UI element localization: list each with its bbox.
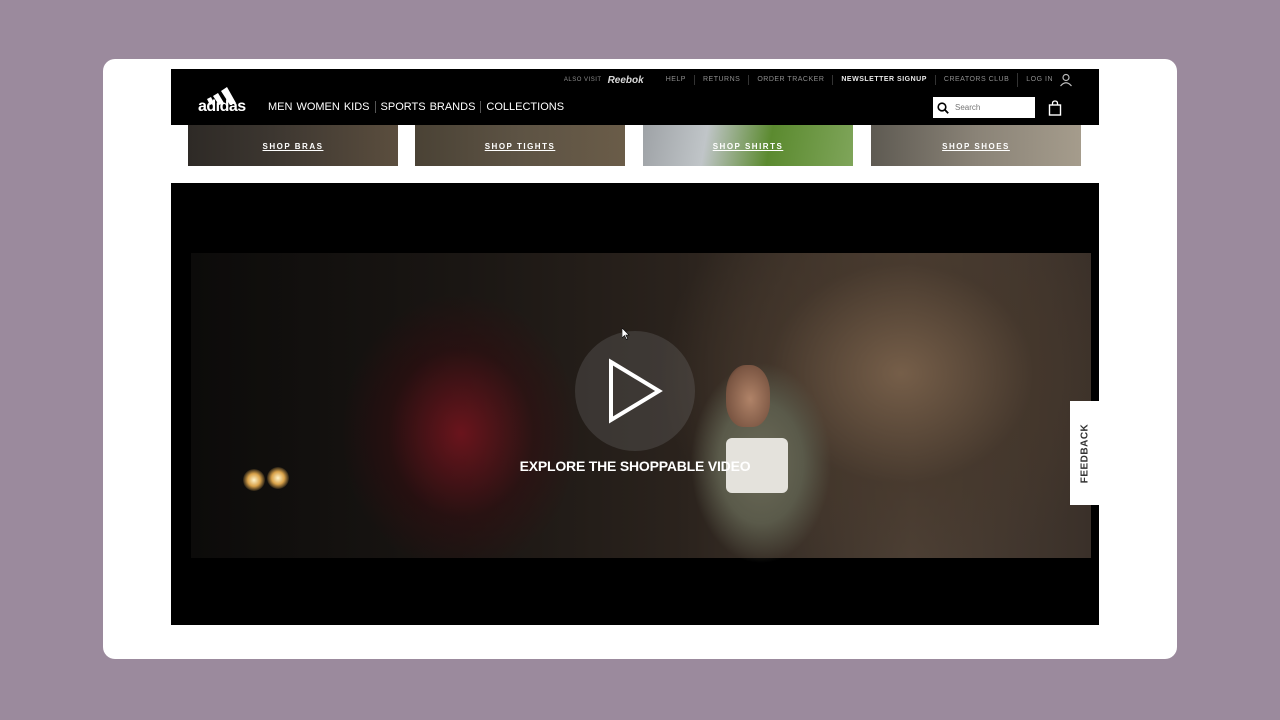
feedback-tab[interactable]: FEEDBACK [1070,401,1099,505]
tile-shop-shoes[interactable]: SHOP SHOES [871,125,1081,166]
category-tiles: SHOP BRAS SHOP TIGHTS SHOP SHIRTS SHOP S… [171,125,1099,183]
help-link[interactable]: HELP [658,75,694,85]
also-visit-label: ALSO VISIT [563,77,602,83]
search-icon[interactable] [937,101,949,114]
tile-shop-bras[interactable]: SHOP BRAS [188,125,398,166]
main-nav: MEN WOMEN KIDS SPORTS BRANDS COLLECTIONS [266,101,566,113]
order-tracker-link[interactable]: ORDER TRACKER [748,75,832,85]
nav-brands[interactable]: BRANDS [428,101,478,113]
dancer-head [726,365,770,427]
tile-label[interactable]: SHOP SHOES [871,142,1081,151]
play-button[interactable] [575,331,695,451]
adidas-site: ALSO VISIT Reebok HELP RETURNS ORDER TRA… [171,69,1099,625]
tile-label[interactable]: SHOP TIGHTS [415,142,625,151]
shopping-bag-icon[interactable] [1048,100,1062,116]
adidas-logo-text: adidas [198,98,246,115]
nav-collections[interactable]: COLLECTIONS [484,101,566,113]
user-icon [1060,73,1072,87]
video-cta[interactable]: EXPLORE THE SHOPPABLE VIDEO [171,458,1099,474]
nav-divider [480,101,482,113]
returns-link[interactable]: RETURNS [693,75,748,85]
tile-shop-shirts[interactable]: SHOP SHIRTS [643,125,853,166]
feedback-label: FEEDBACK [1079,423,1090,483]
video-section: EXPLORE THE SHOPPABLE VIDEO FEEDBACK [171,183,1099,625]
site-header: ALSO VISIT Reebok HELP RETURNS ORDER TRA… [171,69,1099,125]
mouse-cursor-icon [622,328,630,340]
creators-club-link[interactable]: CREATORS CLUB [934,75,1017,85]
login-link[interactable]: LOG IN [1017,73,1081,87]
nav-men[interactable]: MEN [266,101,294,113]
nav-kids[interactable]: KIDS [342,101,372,113]
also-visit[interactable]: ALSO VISIT Reebok [564,75,658,86]
search-input[interactable] [955,103,1031,112]
nav-sports[interactable]: SPORTS [379,101,428,113]
nav-divider [374,101,376,113]
search-box[interactable] [933,97,1035,118]
nav-women[interactable]: WOMEN [294,101,341,113]
tile-label[interactable]: SHOP BRAS [188,142,398,151]
utility-bar: ALSO VISIT Reebok HELP RETURNS ORDER TRA… [564,71,1081,89]
login-label: LOG IN [1026,76,1053,83]
tile-label[interactable]: SHOP SHIRTS [643,142,853,151]
play-icon [609,358,663,424]
tile-shop-tights[interactable]: SHOP TIGHTS [415,125,625,166]
reebok-link[interactable]: Reebok [608,75,644,86]
newsletter-signup-link[interactable]: NEWSLETTER SIGNUP [832,75,935,85]
